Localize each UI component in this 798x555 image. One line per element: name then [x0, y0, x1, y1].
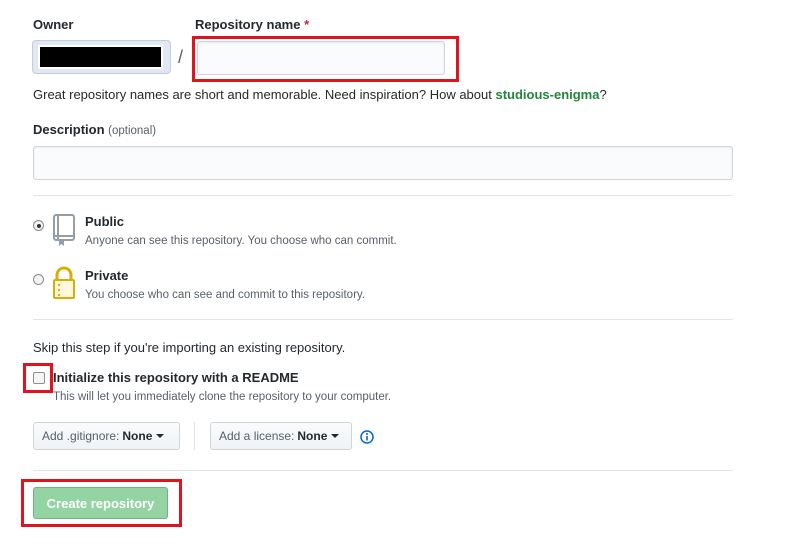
private-radio[interactable]: [33, 274, 44, 285]
name-hint-end: ?: [599, 87, 607, 102]
license-prefix: Add a license:: [219, 429, 295, 443]
public-subtitle: Anyone can see this repository. You choo…: [85, 235, 397, 247]
divider-1: [33, 195, 733, 196]
dropdown-separator: [194, 422, 195, 450]
name-hint: Great repository names are short and mem…: [33, 87, 607, 102]
chevron-down-icon: [331, 434, 340, 438]
gitignore-value: None: [122, 429, 153, 443]
description-label-text: Description: [33, 122, 105, 137]
owner-label: Owner: [33, 17, 74, 32]
divider-2: [33, 319, 733, 320]
description-label: Description (optional): [33, 122, 156, 137]
readme-subtitle: This will let you immediately clone the …: [53, 391, 392, 403]
gitignore-dropdown[interactable]: Add .gitignore: None: [33, 422, 180, 450]
readme-checkbox[interactable]: [33, 372, 45, 384]
required-asterisk: *: [304, 17, 310, 32]
name-suggestion-link[interactable]: studious-enigma: [495, 87, 599, 102]
repo-name-label: Repository name *: [195, 17, 309, 32]
repo-name-input[interactable]: [197, 41, 445, 75]
divider-3: [33, 470, 733, 471]
info-icon[interactable]: [360, 430, 374, 447]
skip-note: Skip this step if you're importing an ex…: [33, 340, 346, 355]
repo-book-icon: [51, 213, 77, 250]
description-input[interactable]: [33, 146, 733, 180]
owner-select[interactable]: [32, 40, 171, 74]
name-hint-text: Great repository names are short and mem…: [33, 87, 496, 102]
description-optional: (optional): [108, 125, 157, 137]
public-title[interactable]: Public: [85, 214, 124, 229]
slash-separator: /: [178, 47, 184, 67]
readme-label[interactable]: Initialize this repository with a README: [53, 370, 299, 385]
repo-name-label-text: Repository name: [195, 17, 301, 32]
private-title[interactable]: Private: [85, 268, 128, 283]
gitignore-prefix: Add .gitignore:: [42, 429, 120, 443]
chevron-down-icon: [156, 434, 165, 438]
license-value: None: [297, 429, 328, 443]
owner-redacted: [38, 45, 163, 69]
license-dropdown[interactable]: Add a license: None: [210, 422, 352, 450]
private-subtitle: You choose who can see and commit to thi…: [85, 289, 365, 301]
create-repository-button[interactable]: Create repository: [33, 487, 168, 519]
public-radio[interactable]: [33, 220, 44, 231]
lock-icon: [51, 266, 77, 303]
